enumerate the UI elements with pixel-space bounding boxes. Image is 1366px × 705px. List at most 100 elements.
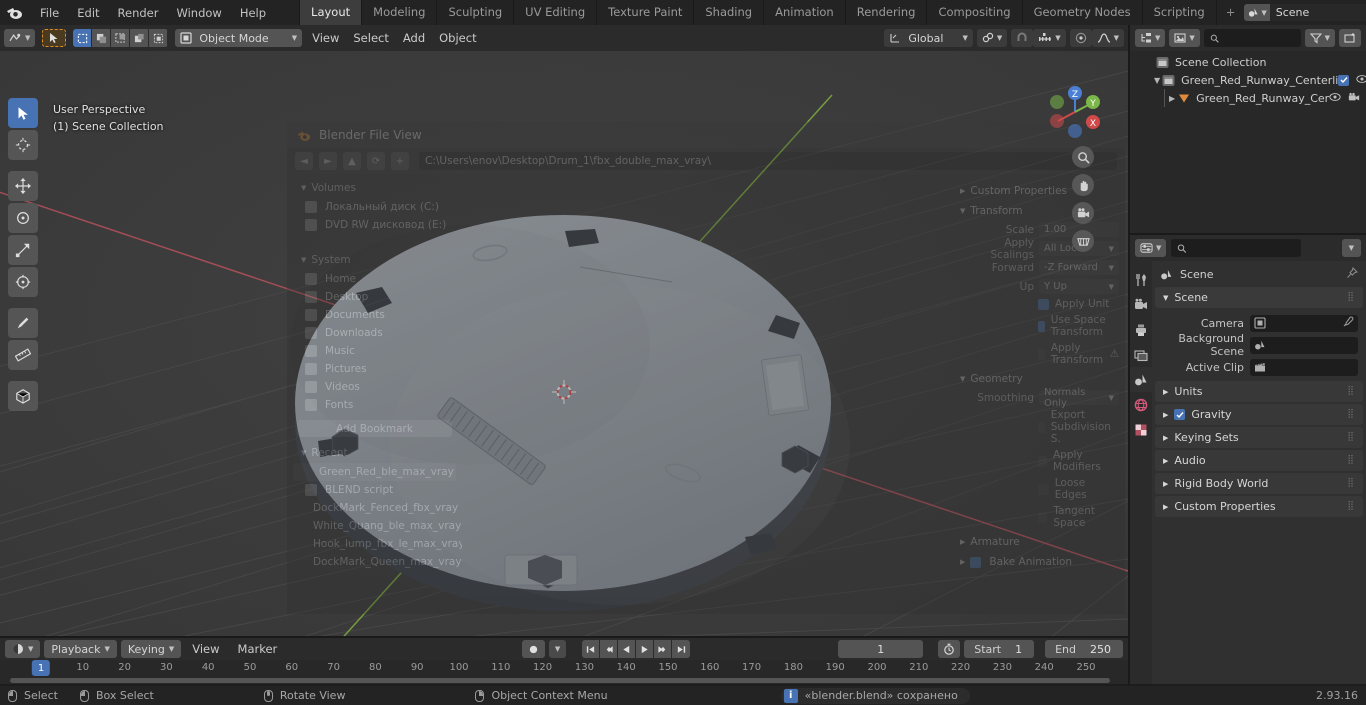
menu-file[interactable]: File <box>31 3 68 23</box>
scene-tab[interactable] <box>1130 367 1152 392</box>
transform-tool[interactable] <box>8 267 38 297</box>
scene-name-field[interactable]: Scene <box>1269 4 1366 21</box>
outliner-row-object[interactable]: ▶ Green_Red_Runway_Cer <box>1130 89 1366 107</box>
blender-logo-icon[interactable] <box>6 4 23 22</box>
area-divider-horizontal-right[interactable] <box>1130 233 1366 235</box>
funnel-icon[interactable]: ▼ <box>1304 29 1335 47</box>
outliner-search-field[interactable] <box>1223 32 1295 44</box>
jump-start-icon[interactable] <box>582 640 601 658</box>
render-tab[interactable] <box>1130 292 1152 317</box>
end-frame-field[interactable]: End 250 <box>1045 640 1123 658</box>
timeline-scrollbar-thumb[interactable] <box>10 678 1110 683</box>
start-frame-field[interactable]: Start 1 <box>964 640 1035 658</box>
set-select-icon[interactable] <box>73 29 93 47</box>
properties-search-input[interactable] <box>1171 239 1302 257</box>
workspace-tab-layout[interactable]: Layout <box>299 0 362 25</box>
annotate-tool[interactable] <box>8 308 38 338</box>
viewport-canvas[interactable]: User Perspective (1) Scene Collection Z … <box>0 51 1128 638</box>
output-tab[interactable] <box>1130 317 1152 342</box>
workspace-tab-modeling[interactable]: Modeling <box>361 0 436 25</box>
texture-tab[interactable] <box>1130 417 1152 442</box>
timeline-scrollbar[interactable] <box>0 676 1128 684</box>
area-divider-horizontal-bottom[interactable] <box>0 636 1128 638</box>
falloff-icon[interactable]: ▼ <box>1091 29 1124 47</box>
object-mode-button[interactable]: Object Mode ▼ <box>175 29 303 47</box>
proportional-edit-icon[interactable] <box>1069 29 1092 47</box>
outliner-row-scene-collection[interactable]: Scene Collection <box>1130 53 1366 71</box>
active-clip-field[interactable] <box>1250 358 1358 376</box>
subtract-select-icon[interactable] <box>111 29 131 47</box>
exclude-checkbox[interactable] <box>1338 74 1350 86</box>
tool-tab[interactable] <box>1130 267 1152 292</box>
background-scene-field[interactable] <box>1250 336 1358 354</box>
move-tool[interactable] <box>8 171 38 201</box>
workspace-tab-geometry-nodes[interactable]: Geometry Nodes <box>1021 0 1142 25</box>
prev-keyframe-icon[interactable] <box>600 640 619 658</box>
menu-help[interactable]: Help <box>231 3 275 23</box>
panel-header-scene[interactable]: ▼ Scene ⣿ <box>1155 287 1363 308</box>
playback-menu-button[interactable]: Playback ▼ <box>44 640 117 658</box>
new-collection-icon[interactable] <box>1339 29 1361 47</box>
timeline-ruler[interactable]: 10 20 30 40 50 60 70 80 90 100 110 120 130 140 150 160 1… <box>0 660 1128 676</box>
viewport-menu-view[interactable]: View <box>305 29 346 47</box>
jump-end-icon[interactable] <box>672 640 691 658</box>
eye-icon[interactable] <box>1329 92 1341 105</box>
zoom-icon[interactable] <box>1072 146 1094 168</box>
viewport-menu-add[interactable]: Add <box>396 29 432 47</box>
stopwatch-icon[interactable] <box>938 640 961 658</box>
panel-header-gravity[interactable]: ▶ Gravity ⣿ <box>1155 404 1363 425</box>
pivot-point-button[interactable]: ▼ <box>976 29 1008 47</box>
editor-type-button[interactable]: ▼ <box>4 29 36 47</box>
panel-header-keying-sets[interactable]: ▶ Keying Sets ⣿ <box>1155 427 1363 448</box>
timeline-editor-type-button[interactable]: ▼ <box>5 640 41 658</box>
panel-header-audio[interactable]: ▶ Audio ⣿ <box>1155 450 1363 471</box>
play-reverse-icon[interactable] <box>618 640 637 658</box>
next-keyframe-icon[interactable] <box>654 640 673 658</box>
workspace-tab-sculpting[interactable]: Sculpting <box>436 0 513 25</box>
timeline-menu-marker[interactable]: Marker <box>231 640 285 658</box>
timeline-playhead[interactable]: 1 <box>31 660 51 676</box>
camera-field[interactable] <box>1250 314 1358 332</box>
camera-view-icon[interactable] <box>1072 202 1094 224</box>
menu-render[interactable]: Render <box>109 3 168 23</box>
properties-options-button[interactable]: ▼ <box>1341 239 1361 257</box>
outliner-search-input[interactable] <box>1203 29 1301 47</box>
play-icon[interactable] <box>636 640 655 658</box>
eye-icon[interactable] <box>1356 74 1366 87</box>
tweak-tool[interactable] <box>8 98 38 128</box>
cursor-tool[interactable] <box>8 130 38 160</box>
transform-orientation-button[interactable]: Global ▼ <box>884 29 973 47</box>
status-report[interactable]: i «blender.blend» сохранено <box>780 687 970 704</box>
workspace-tab-rendering[interactable]: Rendering <box>844 0 927 25</box>
toggle-ortho-icon[interactable] <box>1072 230 1094 252</box>
snap-target-button[interactable]: ▼ <box>1033 29 1066 47</box>
workspace-tab-uv-editing[interactable]: UV Editing <box>513 0 596 25</box>
add-workspace-button[interactable]: + <box>1215 0 1245 25</box>
viewport-menu-object[interactable]: Object <box>432 29 483 47</box>
workspace-tab-scripting[interactable]: Scripting <box>1141 0 1216 25</box>
chevron-down-icon[interactable]: ▼ <box>1154 76 1160 85</box>
workspace-tab-shading[interactable]: Shading <box>693 0 763 25</box>
scale-tool[interactable] <box>8 235 38 265</box>
world-tab[interactable] <box>1130 392 1152 417</box>
invert-select-icon[interactable] <box>130 29 150 47</box>
view-layer-tab[interactable] <box>1130 342 1152 367</box>
scene-icon[interactable]: ▼ <box>1244 4 1270 21</box>
magnet-icon[interactable] <box>1011 29 1034 47</box>
filter-id-icon[interactable]: ▼ <box>1169 29 1200 47</box>
timeline-menu-view[interactable]: View <box>185 640 226 658</box>
eyedropper-icon[interactable] <box>1342 315 1354 331</box>
panel-header-rigid-body-world[interactable]: ▶ Rigid Body World ⣿ <box>1155 473 1363 494</box>
workspace-tab-texture-paint[interactable]: Texture Paint <box>596 0 693 25</box>
gravity-checkbox[interactable] <box>1174 409 1186 420</box>
chevron-right-icon[interactable]: ▶ <box>1169 94 1175 103</box>
rotate-tool[interactable] <box>8 203 38 233</box>
record-icon[interactable] <box>521 640 545 658</box>
extend-select-icon[interactable] <box>92 29 112 47</box>
menu-window[interactable]: Window <box>167 3 230 23</box>
menu-edit[interactable]: Edit <box>68 3 108 23</box>
panel-header-units[interactable]: ▶ Units ⣿ <box>1155 381 1363 402</box>
add-cube-tool[interactable] <box>8 381 38 411</box>
properties-editor-type-button[interactable]: ▼ <box>1135 239 1167 257</box>
keying-menu-button[interactable]: Keying ▼ <box>120 640 182 658</box>
